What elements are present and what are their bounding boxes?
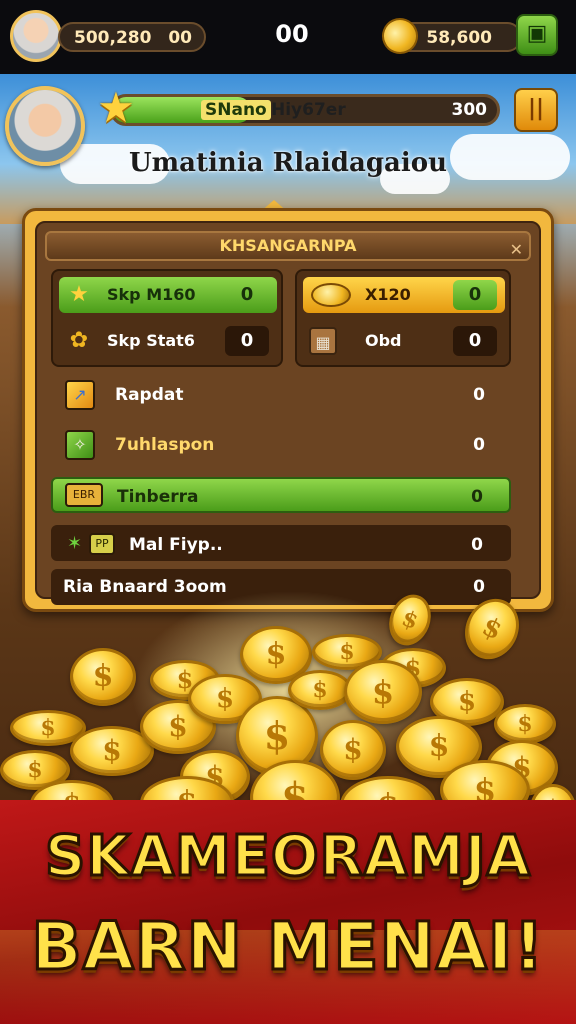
stat-row-left-1[interactable]: ✿ Skp Stat6 0 [59, 323, 277, 359]
player-score: 300 [451, 100, 488, 120]
player-badge: SNano [201, 100, 271, 120]
coin: $ [344, 660, 422, 724]
coin: $ [494, 704, 556, 744]
stat-label: Obd [365, 331, 402, 350]
list-item-value: 0 [473, 385, 485, 405]
coin: $ [455, 589, 529, 669]
star-icon: ★ [97, 83, 135, 132]
close-icon[interactable]: ✕ [510, 237, 523, 263]
stat-row-right-1[interactable]: ▦ Obd 0 [303, 323, 505, 359]
sword-icon: ↗ [65, 380, 95, 410]
list-item-label: Mal Fiyp.. [129, 535, 223, 555]
list-item-value: 0 [473, 577, 485, 597]
shop-button[interactable]: ▣ [516, 14, 558, 56]
stats-box-right: X120 0 ▦ Obd 0 [295, 269, 511, 367]
list-item-value: 0 [473, 435, 485, 455]
coins-pill: 58,600 [376, 12, 522, 60]
list-item[interactable]: ↗ Rapdat 0 [51, 377, 511, 413]
coin-icon [376, 12, 424, 60]
page-subtitle: Umatinia Rlaidagaiou [129, 148, 447, 178]
stats-panel: KHSANGARNPA ✕ ★ Skp M160 0 ✿ Skp Stat6 0… [22, 208, 554, 612]
coins-value: 58,600 [426, 28, 492, 48]
list-item[interactable]: ✧ 7uhlaspon 0 [51, 427, 511, 463]
stat-label: Skp Stat6 [107, 331, 195, 350]
stat-value: 0 [240, 284, 254, 305]
stats-panel-body: KHSANGARNPA ✕ ★ Skp M160 0 ✿ Skp Stat6 0… [35, 221, 541, 605]
currency-value-secondary: 00 [168, 28, 192, 48]
bell-icon: ✿ [69, 328, 89, 353]
star-small-icon: ✶ [67, 533, 83, 554]
coin: $ [288, 670, 352, 710]
pause-icon: || [527, 96, 545, 121]
star-icon: ★ [69, 282, 89, 307]
shop-bag-icon: ▣ [526, 21, 548, 46]
stat-row-left-0[interactable]: ★ Skp M160 0 [59, 277, 277, 313]
stat-label: Skp M160 [107, 285, 196, 304]
list-item-highlighted[interactable]: EBR Tinberra 0 [51, 477, 511, 513]
currency-pill: 500,280 00 [58, 22, 206, 52]
list-item-label: Tinberra [117, 487, 199, 507]
stat-label: X120 [365, 285, 411, 304]
coin: $ [70, 648, 136, 706]
list-item-label: Ria Bnaard 3oom [63, 577, 227, 597]
avatar[interactable] [10, 10, 62, 62]
list-item-label: Rapdat [115, 385, 184, 405]
scroll-icon: ✧ [65, 430, 95, 460]
list-item-label: 7uhlaspon [115, 435, 215, 455]
stat-value: 0 [225, 326, 269, 356]
promo-title-line-2: BARN MENAI! [30, 907, 545, 987]
player-name: Hiy67er [271, 100, 346, 120]
center-counter: 00 [275, 20, 309, 48]
currency-value: 500,280 [74, 28, 152, 48]
list-item-value: 0 [471, 535, 483, 555]
list-item[interactable]: ✶ PP Mal Fiyp.. 0 [51, 525, 511, 561]
crate-icon: ▦ [309, 327, 337, 355]
pause-button[interactable]: || [514, 88, 558, 132]
ticket-icon: EBR [65, 483, 103, 507]
stats-box-left: ★ Skp M160 0 ✿ Skp Stat6 0 [51, 269, 283, 367]
xp-progress-bar: SNano Hiy67er 300 [110, 94, 500, 126]
promo-title-line-1: SKAMEORAMJA [43, 823, 531, 891]
badge-icon: PP [89, 533, 115, 555]
coin-icon [311, 283, 351, 307]
stat-value: 0 [453, 280, 497, 310]
coin: $ [320, 720, 386, 780]
top-status-bar: 500,280 00 00 58,600 ▣ [0, 0, 576, 74]
stat-value: 0 [453, 326, 497, 356]
panel-title: KHSANGARNPA ✕ [45, 231, 531, 261]
stat-row-right-0[interactable]: X120 0 [303, 277, 505, 313]
list-item-value: 0 [471, 487, 483, 507]
panel-title-text: KHSANGARNPA [219, 236, 357, 255]
